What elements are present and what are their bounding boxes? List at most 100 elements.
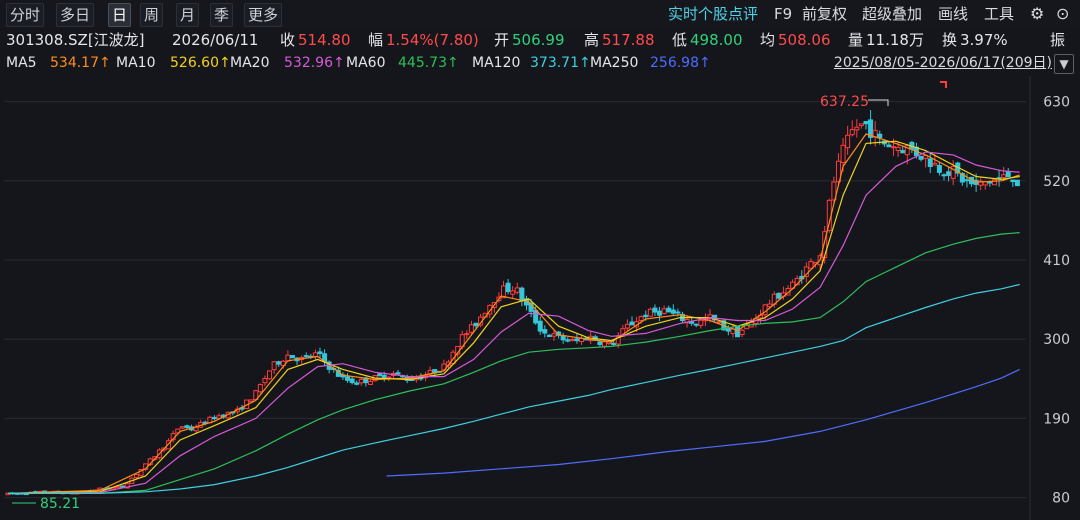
y-tick-label: 300 <box>1043 332 1070 348</box>
candle-body <box>936 164 942 173</box>
max-price-marker <box>868 99 889 106</box>
candle-body <box>601 341 607 347</box>
ma10-value: 526.60↑ <box>170 55 231 71</box>
candle-body <box>519 287 525 302</box>
candle-body <box>849 129 855 136</box>
candle-body <box>569 338 575 341</box>
candle-body <box>473 322 479 327</box>
tab-quarter[interactable]: 季 <box>210 3 234 27</box>
candle-body <box>257 384 263 393</box>
candle-body <box>317 351 323 355</box>
f9-button[interactable]: F9 <box>774 3 792 25</box>
candle-body <box>643 314 649 318</box>
candle-body <box>900 150 906 154</box>
tab-week[interactable]: 周 <box>140 3 164 27</box>
candle-body <box>964 179 970 182</box>
candle-body <box>877 133 883 139</box>
settings-icon[interactable]: ⊙ <box>1056 3 1069 25</box>
candle-body <box>661 308 667 314</box>
ma10-name: MA10 <box>116 55 156 71</box>
ma20-value: 532.96↑ <box>284 55 345 71</box>
change-value: 1.54%(7.80) <box>386 31 479 49</box>
adjust-button[interactable]: 前复权 <box>802 3 847 25</box>
candle-body <box>193 427 199 432</box>
tab-fenshi[interactable]: 分时 <box>6 3 45 27</box>
candle-body <box>675 311 681 314</box>
kline-chart[interactable]: 630 520 410 300 190 80 637.25 85.21 <box>0 0 1080 520</box>
candle-body <box>932 162 938 166</box>
candle-body <box>647 308 653 317</box>
candle-body <box>698 319 704 326</box>
candle-body <box>666 307 672 313</box>
candle-body <box>349 378 355 384</box>
candle-body <box>611 342 617 345</box>
candle-body <box>863 120 869 125</box>
candle-body <box>886 144 892 148</box>
candle-body <box>624 323 630 329</box>
avg-label: 均 <box>760 31 776 49</box>
candle-body <box>670 309 676 314</box>
low-label: 低 <box>672 31 688 49</box>
draw-line-button[interactable]: 画线 <box>938 3 968 25</box>
candle-body <box>358 378 364 384</box>
candle-body <box>248 399 254 402</box>
tab-day[interactable]: 日 <box>108 3 132 27</box>
min-price-label: 85.21 <box>40 496 80 512</box>
candle-body <box>367 380 373 385</box>
close-value: 514.80 <box>298 31 351 49</box>
ma250-value: 256.98↑ <box>650 55 711 71</box>
low-value: 498.00 <box>690 31 743 49</box>
date-range[interactable]: 2025/08/05-2026/06/17(209日) <box>834 52 1052 74</box>
max-price-label: 637.25 <box>820 94 869 110</box>
tools-button[interactable]: 工具 <box>984 3 1014 25</box>
tab-duori[interactable]: 多日 <box>56 3 95 27</box>
candle-body <box>289 355 295 359</box>
y-tick-label: 410 <box>1043 253 1070 269</box>
candle-body <box>514 287 520 293</box>
candle-body <box>537 320 543 332</box>
tab-more[interactable]: 更多 <box>244 3 283 27</box>
candle-body <box>546 334 552 338</box>
candle-body <box>510 290 516 295</box>
candle-body <box>739 329 745 335</box>
candle-body <box>464 333 470 336</box>
candle-body <box>276 361 282 365</box>
candle-body <box>652 307 658 313</box>
candle-body <box>551 333 557 337</box>
volume-label: 量 <box>848 31 864 49</box>
y-tick-label: 630 <box>1043 95 1070 111</box>
candle-body <box>638 316 644 322</box>
ma-line-ma5 <box>7 133 1020 494</box>
candle-body <box>533 309 539 324</box>
candle-body <box>211 416 217 420</box>
candle-body <box>597 341 603 345</box>
y-tick-label: 190 <box>1043 411 1070 427</box>
candle-body <box>1010 179 1016 183</box>
candle-body <box>184 425 190 428</box>
candle-body <box>271 361 277 371</box>
candle-body <box>468 324 474 333</box>
volume-value: 11.18万 <box>866 31 924 49</box>
gear-icon[interactable]: ⚙ <box>1030 3 1044 25</box>
ma120-value: 373.71↑ <box>530 55 591 71</box>
overlay-button[interactable]: 超级叠加 <box>862 3 922 25</box>
stock-review-button[interactable]: 实时个股点评 <box>668 3 758 25</box>
change-label: 幅 <box>368 31 384 49</box>
close-label: 收 <box>280 31 296 49</box>
candle-body <box>987 181 993 184</box>
open-value: 506.99 <box>512 31 565 49</box>
turnover-label: 换 <box>942 31 958 49</box>
chevron-down-icon[interactable]: ▼ <box>1054 54 1074 74</box>
candle-body <box>395 372 401 375</box>
ma250-name: MA250 <box>590 55 639 71</box>
high-label: 高 <box>584 31 600 49</box>
candle-body <box>505 282 511 293</box>
candle-body <box>312 352 318 357</box>
candle-body <box>725 328 731 332</box>
candle-body <box>179 426 185 429</box>
open-label: 开 <box>494 31 510 49</box>
quote-date: 2026/06/11 <box>172 31 259 49</box>
ma120-name: MA120 <box>472 55 521 71</box>
ma-line-ma20 <box>7 151 1020 494</box>
tab-month[interactable]: 月 <box>176 3 200 27</box>
